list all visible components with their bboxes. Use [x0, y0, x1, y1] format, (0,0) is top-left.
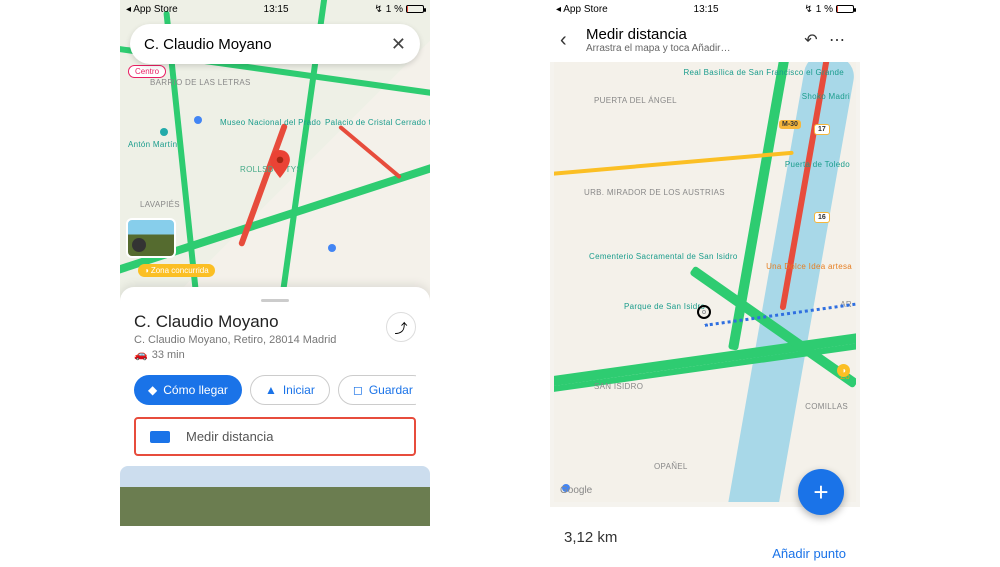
poi-centro[interactable]: Centro [128, 65, 166, 78]
map-canvas[interactable]: Real Basílica de San Francisco el Grande… [554, 62, 856, 502]
map-label: LAVAPIÉS [140, 200, 180, 209]
streetview-strip[interactable] [120, 466, 430, 526]
directions-button[interactable]: ◆ Cómo llegar [134, 375, 242, 405]
measure-distance-button[interactable]: Medir distancia [134, 417, 416, 456]
map-label: PUERTA DEL ÁNGEL [594, 96, 677, 105]
place-title: C. Claudio Moyano [134, 312, 386, 332]
place-drive-time: 🚗33 min [134, 348, 386, 361]
map-label-metro[interactable]: Antón Martín [128, 140, 177, 149]
crowd-icon: ◑ [144, 266, 149, 275]
more-icon[interactable]: ⋯ [824, 30, 850, 50]
phone-left: ◂ App Store 13:15 ↯1 % BARRIO DE LAS LET… [120, 0, 430, 567]
place-address: C. Claudio Moyano, Retiro, 28014 Madrid [134, 334, 386, 346]
poi-icon [194, 116, 202, 124]
map-label-poi[interactable]: Shoko Madri [802, 92, 850, 101]
add-point-fab[interactable]: + [798, 469, 844, 515]
map-label: OPAÑEL [654, 462, 688, 471]
status-time: 13:15 [178, 4, 375, 15]
sheet-grabber[interactable] [261, 299, 289, 302]
google-logo: Google [560, 485, 592, 496]
distance-readout: 3,12 km [564, 529, 846, 546]
search-bar[interactable]: ✕ [130, 24, 420, 64]
directions-icon: ◆ [148, 383, 157, 397]
streetview-thumbnail[interactable] [126, 218, 176, 258]
map-label-poi[interactable]: Una Dolce Idea artesa [766, 262, 852, 271]
share-button[interactable]: ⤴ [386, 312, 416, 342]
transit-icon [328, 244, 336, 252]
navigate-icon: ▲ [265, 383, 277, 397]
map-label: COMILLAS [805, 402, 848, 411]
measure-target[interactable] [697, 305, 711, 319]
map-label: URB. MIRADOR DE LOS AUSTRIAS [584, 188, 725, 197]
share-icon: ⤴ [394, 318, 407, 337]
measure-title: Medir distancia [586, 26, 798, 43]
map-pin[interactable] [270, 150, 290, 178]
map-label-poi[interactable]: Palacio de Cristal Cerrado temporalmente [325, 118, 430, 127]
place-sheet[interactable]: C. Claudio Moyano C. Claudio Moyano, Ret… [120, 287, 430, 567]
status-back-app[interactable]: ◂ App Store [556, 4, 608, 15]
map-label-poi[interactable]: Cementerio Sacramental de San Isidro [589, 252, 738, 261]
status-time: 13:15 [608, 4, 805, 15]
highway-shield: M-30 [779, 120, 801, 129]
search-input[interactable] [144, 36, 391, 53]
save-button[interactable]: ◻ Guardar [338, 375, 416, 405]
exit-shield: 17 [814, 124, 830, 135]
plus-icon: + [813, 477, 828, 508]
map-label-poi[interactable]: Parque de San Isidro [624, 302, 705, 311]
crowd-badge[interactable]: ◑ Zona concurrida [138, 264, 215, 277]
status-bar: ◂ App Store 13:15 ↯1 % [550, 0, 860, 18]
poi-icon [160, 128, 168, 136]
map-label-poi[interactable]: Museo Nacional del Prado [220, 118, 321, 127]
map-label: BARRIO DE LAS LETRAS [150, 78, 251, 87]
car-icon: 🚗 [134, 348, 148, 361]
add-point-link[interactable]: Añadir punto [772, 546, 846, 561]
map-label-poi[interactable]: Real Basílica de San Francisco el Grande [683, 68, 844, 77]
phone-right: ◂ App Store 13:15 ↯1 % ‹ Medir distancia… [550, 0, 860, 567]
status-battery: ↯1 % [374, 4, 424, 15]
ruler-icon [150, 431, 170, 443]
measure-header: ‹ Medir distancia Arrastra el mapa y toc… [550, 18, 860, 62]
measure-footer: 3,12 km Añadir punto [550, 507, 860, 567]
undo-icon[interactable]: ↶ [798, 30, 824, 50]
map-label-poi[interactable]: Puerta de Toledo [785, 160, 850, 169]
measure-subtitle: Arrastra el mapa y toca Añadir… [586, 43, 798, 54]
exit-shield: 16 [814, 212, 830, 223]
bookmark-icon: ◻ [353, 383, 363, 397]
start-button[interactable]: ▲ Iniciar [250, 375, 330, 405]
back-icon[interactable]: ‹ [560, 29, 580, 52]
status-back-app[interactable]: ◂ App Store [126, 4, 178, 15]
crowd-badge[interactable]: ◑ [837, 364, 850, 377]
map-label: SAN ISIDRO [594, 382, 643, 391]
clear-icon[interactable]: ✕ [391, 34, 406, 55]
status-bar: ◂ App Store 13:15 ↯1 % [120, 0, 430, 18]
status-battery: ↯1 % [804, 4, 854, 15]
action-row: ◆ Cómo llegar ▲ Iniciar ◻ Guardar [134, 375, 416, 405]
